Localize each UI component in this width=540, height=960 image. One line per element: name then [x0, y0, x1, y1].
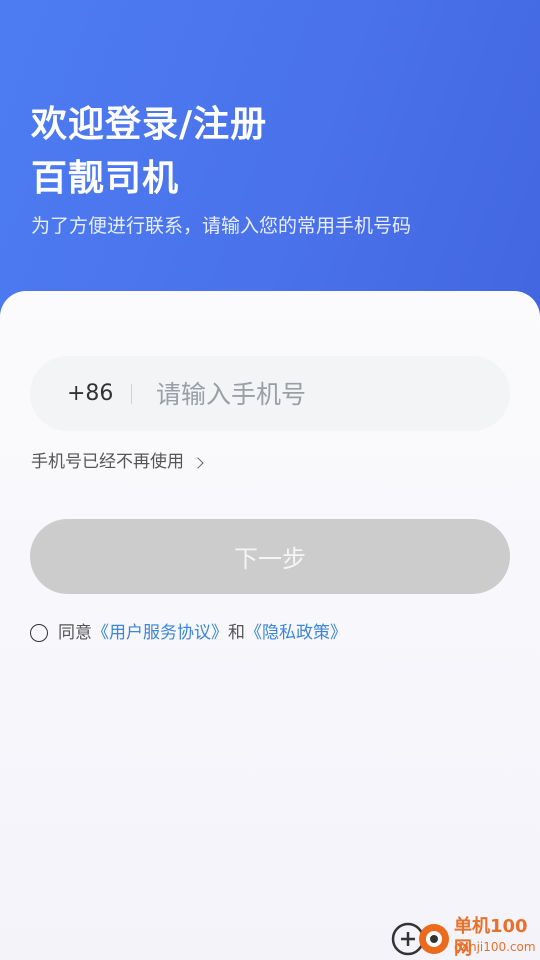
- header-banner: 欢迎登录/注册 百靓司机 为了方便进行联系，请输入您的常用手机号码: [0, 0, 540, 330]
- radio-unchecked-icon[interactable]: [30, 624, 48, 642]
- welcome-title: 欢迎登录/注册: [31, 104, 268, 145]
- agreement-row: 同意 《用户服务协议》 和 《隐私政策》: [30, 621, 347, 645]
- watermark-url: danji100.com: [454, 940, 536, 954]
- chevron-right-icon: [192, 456, 204, 469]
- user-agreement-link[interactable]: 《用户服务协议》: [92, 621, 228, 645]
- phone-number-input[interactable]: [156, 373, 486, 415]
- site-watermark: 单机100网 danji100.com: [390, 914, 540, 960]
- watermark-logo-icon: [391, 922, 449, 956]
- header-subtitle: 为了方便进行联系，请输入您的常用手机号码: [31, 215, 412, 237]
- phone-no-longer-used-label: 手机号已经不再使用: [31, 452, 184, 472]
- agreement-conjunction: 和: [228, 623, 245, 643]
- next-step-button[interactable]: 下一步: [30, 519, 510, 594]
- phone-no-longer-used-link[interactable]: 手机号已经不再使用: [31, 450, 204, 474]
- country-code-selector[interactable]: +86: [67, 380, 113, 408]
- login-screen: 欢迎登录/注册 百靓司机 为了方便进行联系，请输入您的常用手机号码 +86 手机…: [0, 0, 540, 960]
- privacy-policy-link[interactable]: 《隐私政策》: [245, 621, 347, 645]
- app-name-title: 百靓司机: [31, 158, 180, 199]
- input-divider: [131, 384, 132, 404]
- phone-input-group: +86: [30, 356, 510, 431]
- agreement-prefix: 同意: [58, 623, 92, 643]
- login-card: +86 手机号已经不再使用 下一步 同意 《用户服务协议》 和 《隐私政策》: [0, 291, 540, 960]
